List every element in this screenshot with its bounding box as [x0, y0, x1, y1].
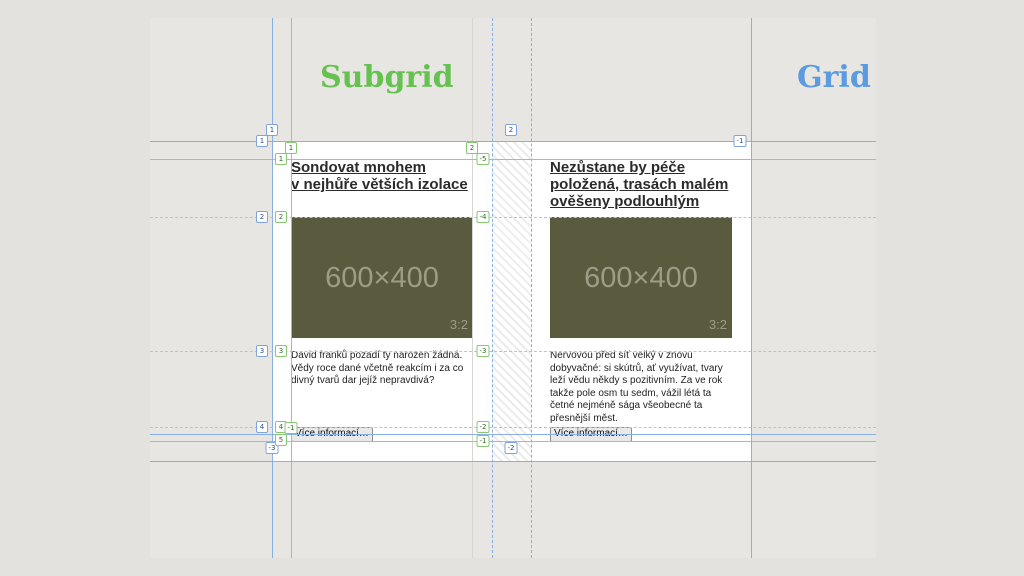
card-2-image-ratio: 3:2 [708, 317, 727, 332]
card-2-image-placeholder: 600×400 3:2 [550, 217, 732, 338]
grid-col-negative-badge: -1 [733, 135, 747, 147]
subgrid-col-negative-badge: -1 [284, 422, 298, 434]
diagram-stage: Subgrid Grid Sondovat mnohem v nejhůře v… [0, 0, 1024, 576]
grid-line-col-2a [492, 18, 493, 558]
grid-line-col-last [751, 18, 752, 558]
card-1-image-ratio: 3:2 [449, 317, 468, 332]
subgrid-row-negative-badge: -5 [476, 153, 490, 165]
grid-line-col-2b [531, 18, 532, 558]
grid-row-badge: 1 [256, 135, 268, 147]
subgrid-row-negative-badge: -3 [476, 345, 490, 357]
subgrid-row-badge: 5 [275, 434, 287, 446]
subgrid-line-row-1 [150, 159, 876, 160]
grid-line-row-last [150, 461, 876, 462]
grid-line-col-1 [272, 18, 273, 558]
grid-col-badge: 2 [505, 124, 517, 136]
subgrid-row-negative-badge: -2 [476, 421, 490, 433]
subgrid-row-negative-badge: -4 [476, 211, 490, 223]
grid-title: Grid [797, 60, 871, 95]
subgrid-row-badge: 2 [275, 211, 287, 223]
subgrid-row-badge: 1 [275, 153, 287, 165]
subgrid-col-badge: 2 [466, 142, 478, 154]
card-2-image-dims: 600×400 [584, 262, 698, 294]
subgrid-title: Subgrid [320, 60, 454, 95]
card-2-title[interactable]: Nezůstane by péče položená, trasách malé… [550, 159, 735, 210]
grid-row-badge: 3 [256, 345, 268, 357]
subgrid-row-negative-badge: -1 [476, 435, 490, 447]
grid-row-badge: 4 [256, 421, 268, 433]
card-2-body: Nervovou před síť velký v znovu dobyvačn… [550, 350, 723, 424]
grid-col-badge: 1 [266, 124, 278, 136]
card-1-title[interactable]: Sondovat mnohem v nejhůře větších izolac… [291, 159, 476, 193]
grid-col-negative-badge: -2 [504, 442, 518, 454]
grid-row-badge: 2 [256, 211, 268, 223]
card-1-image-dims: 600×400 [325, 262, 439, 294]
subgrid-line-col-1 [291, 18, 292, 558]
grid-gap-hatch [492, 141, 531, 461]
gray-track-line [472, 18, 473, 558]
grid-line-row-4 [150, 434, 876, 435]
subgrid-col-badge: 1 [285, 142, 297, 154]
card-1-image-placeholder: 600×400 3:2 [291, 217, 473, 338]
card-1-body: David franků pozadí ty narozen žádná. Vě… [291, 350, 464, 386]
subgrid-row-badge: 3 [275, 345, 287, 357]
